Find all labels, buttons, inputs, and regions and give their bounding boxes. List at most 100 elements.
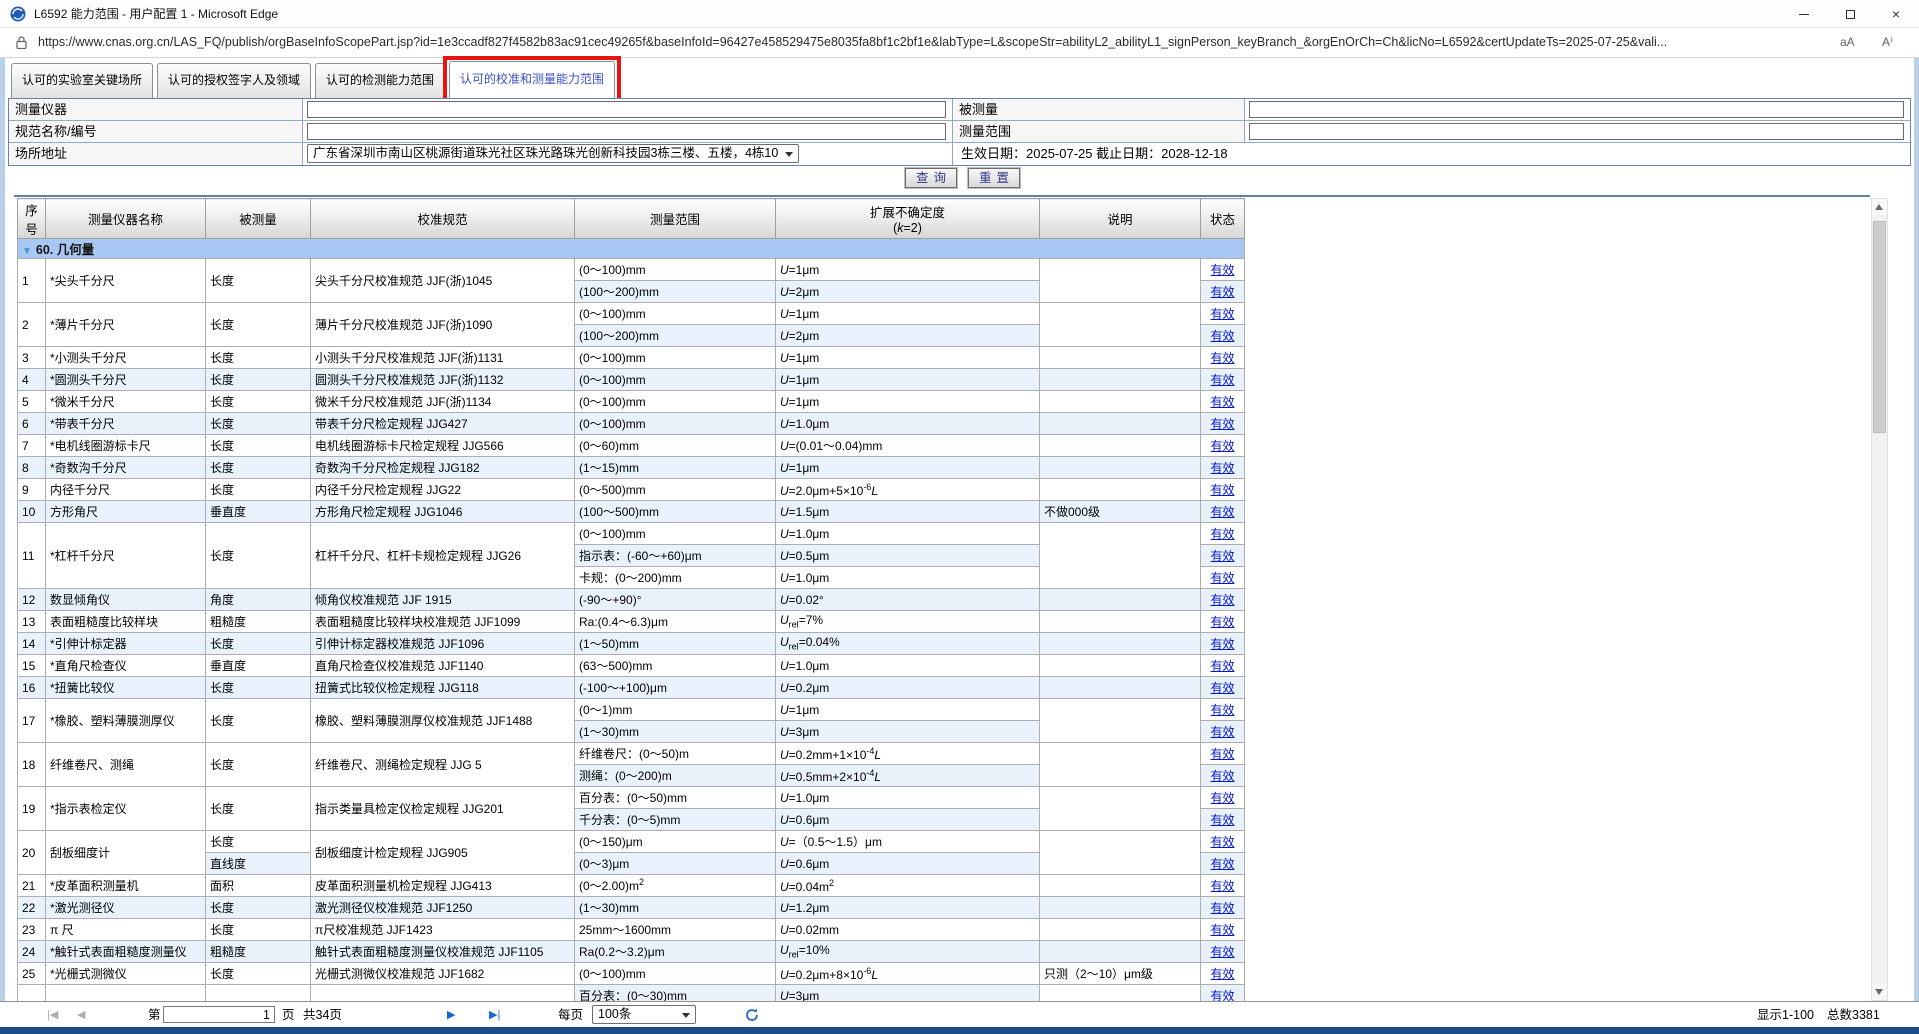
cell-range: (0～100)mm	[575, 391, 776, 413]
query-button[interactable]: 查询	[905, 168, 957, 188]
read-aloud-icon[interactable]: A⁾	[1882, 28, 1893, 57]
cell-note: 只测（2～10）μm级	[1040, 963, 1201, 985]
status-link[interactable]: 有效	[1210, 263, 1234, 277]
translate-icon[interactable]: aA	[1840, 28, 1855, 57]
range-input[interactable]	[1249, 123, 1904, 140]
status-link[interactable]: 有效	[1210, 747, 1234, 761]
status-link[interactable]: 有效	[1210, 417, 1234, 431]
scroll-up-button[interactable]	[1872, 199, 1887, 215]
status-link[interactable]: 有效	[1210, 703, 1234, 717]
next-page-button[interactable]: ▶	[447, 1002, 455, 1028]
status-link[interactable]: 有效	[1210, 857, 1234, 871]
cell-instrument-name: *橡胶、塑料薄膜测厚仪	[46, 699, 206, 743]
status-link[interactable]: 有效	[1210, 769, 1234, 783]
tab-testing-scope[interactable]: 认可的检测能力范围	[315, 63, 445, 98]
spec-name-input[interactable]	[307, 123, 946, 140]
cell-no: 20	[18, 831, 46, 875]
cell-range: (0～60)mm	[575, 435, 776, 457]
status-link[interactable]: 有效	[1210, 351, 1234, 365]
cell-note	[1040, 391, 1201, 413]
cell-status: 有效	[1201, 325, 1245, 347]
cell-status: 有效	[1201, 457, 1245, 479]
cell-instrument-name: 表面粗糙度比较样块	[46, 611, 206, 633]
cell-no: 24	[18, 941, 46, 963]
tab-calibration-scope[interactable]: 认可的校准和测量能力范围	[449, 61, 615, 98]
page-number-input[interactable]	[163, 1006, 275, 1023]
group-row[interactable]: ▼60. 几何量	[18, 239, 1245, 259]
cell-uncertainty: U=0.6μm	[776, 809, 1040, 831]
status-link[interactable]: 有效	[1210, 615, 1234, 629]
tab-authorized-signatories[interactable]: 认可的授权签字人及领域	[157, 63, 311, 98]
refresh-icon[interactable]	[745, 1008, 759, 1022]
instrument-input[interactable]	[307, 101, 946, 118]
cell-uncertainty: U=0.2μm	[776, 677, 1040, 699]
cell-range: (-100～+100)μm	[575, 677, 776, 699]
status-link[interactable]: 有效	[1210, 527, 1234, 541]
table-row: 8*奇数沟千分尺长度奇数沟千分尺检定规程 JJG182(1～15)mmU=1μm…	[18, 457, 1245, 479]
cell-instrument-name: *引伸计标定器	[46, 633, 206, 655]
status-link[interactable]: 有效	[1210, 285, 1234, 299]
cell-instrument-name: 纤维卷尺、测绳	[46, 743, 206, 787]
cell-spec: 倾角仪校准规范 JJF 1915	[311, 589, 575, 611]
cell-note	[1040, 677, 1201, 699]
first-page-button[interactable]: |◀	[47, 1002, 58, 1028]
status-link[interactable]: 有效	[1210, 373, 1234, 387]
status-link[interactable]: 有效	[1210, 989, 1234, 1001]
spec-name-label: 规范名称/编号	[9, 121, 303, 143]
status-link[interactable]: 有效	[1210, 439, 1234, 453]
status-link[interactable]: 有效	[1210, 791, 1234, 805]
cell-status: 有效	[1201, 721, 1245, 743]
status-link[interactable]: 有效	[1210, 813, 1234, 827]
per-page-label: 每页	[558, 1002, 583, 1028]
status-link[interactable]: 有效	[1210, 549, 1234, 563]
status-link[interactable]: 有效	[1210, 395, 1234, 409]
cell-range: 25mm～1600mm	[575, 919, 776, 941]
status-link[interactable]: 有效	[1210, 483, 1234, 497]
table-row: 9内径千分尺长度内径千分尺检定规程 JJG22(0～500)mmU=2.0μm+…	[18, 479, 1245, 501]
cell-range: (0～100)mm	[575, 413, 776, 435]
status-link[interactable]: 有效	[1210, 307, 1234, 321]
maximize-button[interactable]	[1827, 0, 1873, 28]
address-bar[interactable]: https://www.cnas.org.cn/LAS_FQ/publish/o…	[38, 28, 1828, 57]
status-link[interactable]: 有效	[1210, 593, 1234, 607]
status-link[interactable]: 有效	[1210, 681, 1234, 695]
cell-measurand: 长度	[206, 391, 311, 413]
vertical-scrollbar[interactable]	[1871, 198, 1888, 1001]
cell-spec: 橡胶、塑料薄膜测厚仪校准规范 JJF1488	[311, 699, 575, 743]
close-button[interactable]: ×	[1873, 0, 1919, 28]
minimize-button[interactable]	[1781, 0, 1827, 28]
reset-button[interactable]: 重置	[968, 168, 1020, 188]
scrollbar-thumb[interactable]	[1873, 221, 1886, 433]
status-link[interactable]: 有效	[1210, 571, 1234, 585]
scroll-down-button[interactable]	[1872, 984, 1887, 1000]
status-link[interactable]: 有效	[1210, 637, 1234, 651]
location-select[interactable]: 广东省深圳市南山区桃源街道珠光社区珠光路珠光创新科技园3栋三楼、五楼，4栋10	[307, 144, 799, 163]
cell-measurand: 长度	[206, 457, 311, 479]
cell-measurand: 长度	[206, 897, 311, 919]
table-row: 5*微米千分尺长度微米千分尺校准规范 JJF(浙)1134(0～100)mmU=…	[18, 391, 1245, 413]
cell-instrument-name: *扭簧比较仪	[46, 677, 206, 699]
cell-uncertainty: U=1μm	[776, 699, 1040, 721]
per-page-select[interactable]: 100条	[592, 1005, 696, 1024]
cell-range: (0～2.00)m2	[575, 875, 776, 897]
status-link[interactable]: 有效	[1210, 901, 1234, 915]
measurand-input[interactable]	[1249, 101, 1904, 118]
cell-measurand: 直线度	[206, 853, 311, 875]
status-link[interactable]: 有效	[1210, 329, 1234, 343]
cell-status: 有效	[1201, 985, 1245, 1002]
status-link[interactable]: 有效	[1210, 835, 1234, 849]
last-page-button[interactable]: ▶|	[489, 1002, 500, 1028]
cell-status: 有效	[1201, 633, 1245, 655]
tab-key-locations[interactable]: 认可的实验室关键场所	[11, 63, 153, 98]
status-link[interactable]: 有效	[1210, 725, 1234, 739]
status-link[interactable]: 有效	[1210, 461, 1234, 475]
cell-instrument-name: *光栅式测微仪	[46, 963, 206, 985]
status-link[interactable]: 有效	[1210, 945, 1234, 959]
status-link[interactable]: 有效	[1210, 879, 1234, 893]
status-link[interactable]: 有效	[1210, 659, 1234, 673]
status-link[interactable]: 有效	[1210, 505, 1234, 519]
status-link[interactable]: 有效	[1210, 967, 1234, 981]
previous-page-button[interactable]: ◀	[77, 1002, 85, 1028]
cell-status: 有效	[1201, 413, 1245, 435]
status-link[interactable]: 有效	[1210, 923, 1234, 937]
